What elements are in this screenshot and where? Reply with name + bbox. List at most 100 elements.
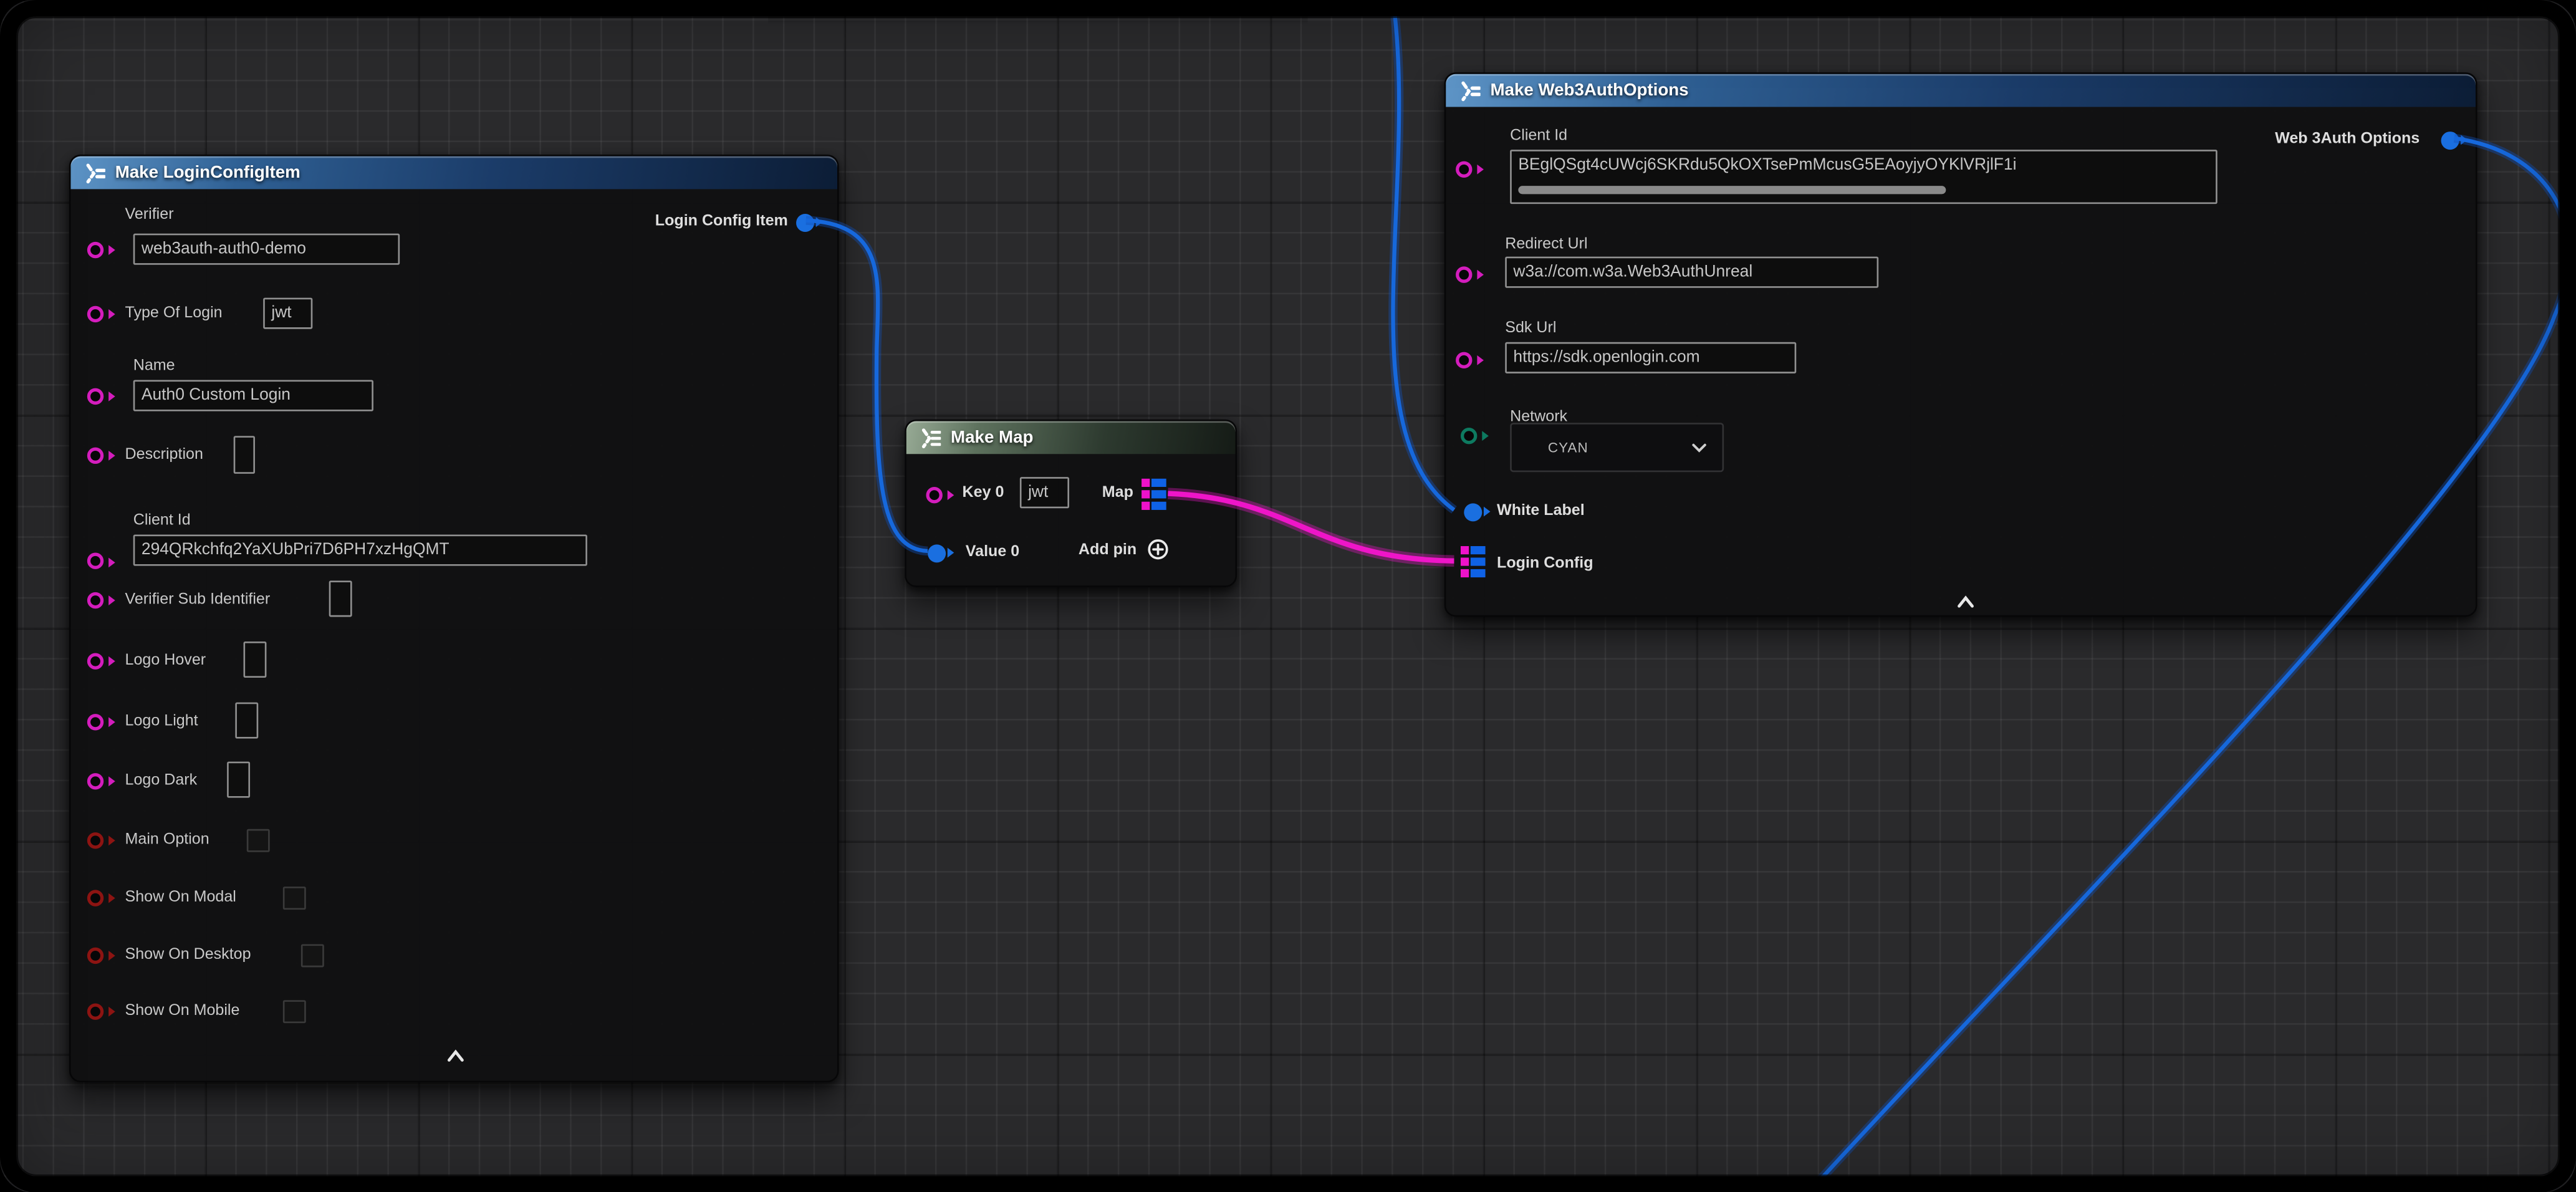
pin-wedge-icon: [108, 835, 115, 845]
network-dropdown[interactable]: CYAN: [1510, 423, 1724, 472]
pin-wedge-icon: [108, 717, 115, 727]
verifier-sub-identifier-pin[interactable]: [87, 592, 103, 608]
show-on-mobile-pin[interactable]: [87, 1002, 103, 1019]
client-id-input[interactable]: 294QRkchfq2YaXUbPri7D6PH7xzHgQMT: [133, 535, 587, 566]
client-id-input[interactable]: BEglQSgt4cUWcj6SKRdu5QkOXTsePmMcusG5EAoy…: [1510, 150, 2218, 204]
node-header[interactable]: Make LoginConfigItem: [70, 156, 837, 190]
blueprint-graph-canvas[interactable]: Make LoginConfigItem Login Config Item V…: [0, 0, 2576, 1192]
pin-label-logo-light: Logo Light: [125, 712, 198, 730]
pin-label-show-on-desktop: Show On Desktop: [125, 946, 251, 964]
pin-label-main-option: Main Option: [125, 830, 209, 848]
logo-hover-pin[interactable]: [87, 652, 103, 668]
logo-dark-pin[interactable]: [87, 772, 103, 789]
logo-light-input[interactable]: [235, 703, 258, 739]
pin-label-name: Name: [133, 357, 175, 375]
white-label-pin[interactable]: [1463, 502, 1481, 521]
node-make-web3auth-options[interactable]: Make Web3AuthOptions Web 3Auth Options C…: [1444, 72, 2477, 617]
client-id-scrollbar[interactable]: [1518, 186, 1946, 194]
value-0-pin[interactable]: [928, 544, 946, 562]
show-on-modal-checkbox[interactable]: [283, 887, 306, 910]
node-make-login-config-item[interactable]: Make LoginConfigItem Login Config Item V…: [69, 155, 839, 1082]
verifier-input[interactable]: web3auth-auth0-demo: [133, 234, 400, 265]
main-option-pin[interactable]: [87, 832, 103, 848]
pin-label-client-id: Client Id: [1510, 127, 1567, 145]
output-pin-label: Web 3Auth Options: [2275, 130, 2420, 148]
pin-wedge-icon: [1481, 431, 1488, 441]
type-of-login-input[interactable]: jwt: [263, 298, 312, 329]
show-on-modal-pin[interactable]: [87, 889, 103, 905]
collapse-node-chevron-icon[interactable]: [446, 1049, 466, 1062]
key-0-input[interactable]: jwt: [1020, 477, 1069, 508]
verifier-sub-identifier-input[interactable]: [329, 580, 352, 617]
logo-dark-input[interactable]: [227, 762, 250, 798]
login-config-item-output-pin[interactable]: [796, 213, 814, 231]
pin-label-logo-dark: Logo Dark: [125, 771, 198, 789]
pin-wedge-icon: [1476, 270, 1483, 280]
pin-label-show-on-mobile: Show On Mobile: [125, 1002, 240, 1020]
main-option-checkbox[interactable]: [247, 829, 270, 852]
pin-label-map: Map: [1079, 484, 1133, 502]
show-on-desktop-checkbox[interactable]: [301, 944, 324, 967]
client-id-pin[interactable]: [1456, 160, 1472, 176]
description-input[interactable]: [234, 436, 255, 474]
pin-label-login-config: Login Config: [1497, 554, 1593, 572]
pin-label-type-of-login: Type Of Login: [125, 304, 223, 322]
pin-label-logo-hover: Logo Hover: [125, 651, 206, 670]
node-title: Make Map: [951, 428, 1033, 448]
redirect-url-pin[interactable]: [1456, 266, 1472, 282]
map-output-pin[interactable]: [1141, 479, 1166, 510]
pin-wedge-icon: [1483, 506, 1490, 516]
verifier-pin[interactable]: [87, 241, 103, 257]
pin-wedge-icon: [108, 951, 115, 961]
pin-wedge-icon: [108, 245, 115, 255]
pin-wedge-icon: [946, 490, 953, 500]
pin-wedge-icon: [108, 776, 115, 786]
node-header[interactable]: Make Map: [906, 421, 1236, 454]
network-pin[interactable]: [1461, 427, 1477, 443]
pin-label-white-label: White Label: [1497, 502, 1585, 520]
pin-wedge-icon: [816, 216, 823, 226]
type-of-login-pin[interactable]: [87, 305, 103, 321]
chevron-down-icon: [1691, 441, 1707, 453]
redirect-url-input[interactable]: w3a://com.w3a.Web3AuthUnreal: [1505, 257, 1878, 288]
sdk-url-pin[interactable]: [1456, 351, 1472, 367]
logo-light-pin[interactable]: [87, 713, 103, 729]
pin-label-sdk-url: Sdk Url: [1505, 319, 1556, 337]
show-on-desktop-pin[interactable]: [87, 946, 103, 963]
pin-label-client-id: Client Id: [133, 512, 191, 530]
pin-label-key-0: Key 0: [963, 484, 1004, 502]
client-id-text: BEglQSgt4cUWcj6SKRdu5QkOXTsePmMcusG5EAoy…: [1518, 156, 2016, 175]
collapse-node-chevron-icon[interactable]: [1956, 595, 1976, 608]
blueprint-editor: Make LoginConfigItem Login Config Item V…: [0, 0, 2576, 1192]
show-on-mobile-checkbox[interactable]: [283, 1000, 306, 1023]
name-pin[interactable]: [87, 387, 103, 403]
key-0-pin[interactable]: [926, 486, 942, 502]
make-map-icon: [920, 427, 941, 448]
login-config-pin[interactable]: [1461, 546, 1486, 577]
node-title: Make LoginConfigItem: [115, 163, 300, 183]
add-pin-label[interactable]: Add pin: [1071, 541, 1137, 559]
description-pin[interactable]: [87, 446, 103, 463]
pin-label-show-on-modal: Show On Modal: [125, 888, 236, 906]
pin-wedge-icon: [108, 451, 115, 461]
offscreen-node-bottom-edge: [775, 0, 1301, 8]
web3auth-options-output-pin[interactable]: [2441, 131, 2459, 149]
client-id-pin[interactable]: [87, 553, 103, 569]
node-make-map[interactable]: Make Map Key 0 jwt Map Value 0 Add pin: [905, 420, 1237, 587]
add-pin-icon[interactable]: [1146, 538, 1170, 561]
pin-wedge-icon: [108, 893, 115, 903]
pin-label-value-0: Value 0: [966, 543, 1019, 561]
pin-wedge-icon: [108, 392, 115, 401]
pin-wedge-icon: [1476, 165, 1483, 175]
pin-label-redirect-url: Redirect Url: [1505, 235, 1587, 253]
node-header[interactable]: Make Web3AuthOptions: [1446, 74, 2476, 107]
pin-label-verifier: Verifier: [125, 206, 174, 224]
pin-wedge-icon: [948, 547, 954, 557]
output-pin-label: Login Config Item: [655, 212, 788, 230]
network-selected-value: CYAN: [1548, 439, 1691, 455]
logo-hover-input[interactable]: [243, 642, 266, 678]
pin-wedge-icon: [108, 309, 115, 319]
sdk-url-input[interactable]: https://sdk.openlogin.com: [1505, 342, 1796, 373]
name-input[interactable]: Auth0 Custom Login: [133, 380, 373, 411]
pin-wedge-icon: [108, 1007, 115, 1017]
